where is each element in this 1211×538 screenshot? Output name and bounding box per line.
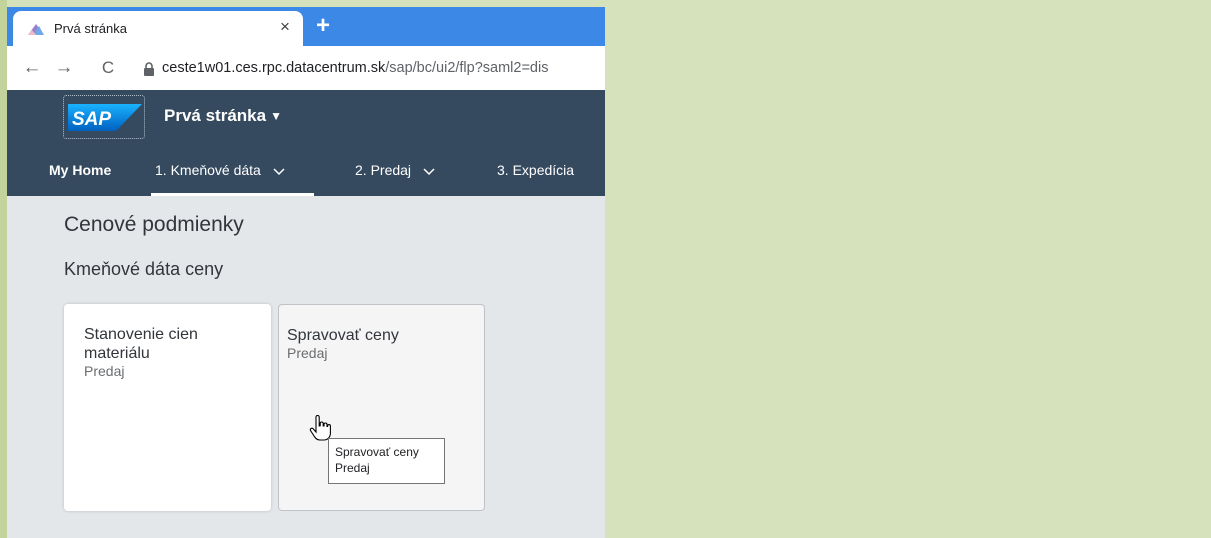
browser-toolbar: ← → C ceste1w01.ces.rpc.datacentrum.sk/s…: [7, 46, 605, 90]
lock-icon: [144, 62, 154, 76]
close-tab-icon[interactable]: ×: [275, 17, 295, 37]
menu-item-predaj[interactable]: 2. Predaj: [355, 162, 435, 178]
reload-button[interactable]: C: [97, 57, 119, 79]
tile-title: Spravovať ceny Predaj: [287, 326, 457, 362]
tile-subtitle: Predaj: [287, 345, 328, 361]
menu-item-expedicia[interactable]: 3. Expedícia: [497, 162, 574, 178]
tooltip-subtitle: Predaj: [335, 461, 370, 475]
tooltip-title: Spravovať ceny: [335, 445, 419, 459]
tile-subtitle: Predaj: [84, 363, 125, 379]
favicon-icon: [28, 24, 44, 35]
tile-stanovenie-cien[interactable]: Stanovenie cien materiálu Predaj: [64, 304, 271, 511]
address-bar[interactable]: ceste1w01.ces.rpc.datacentrum.sk/sap/bc/…: [162, 60, 548, 76]
tab-title: Prvá stránka: [54, 21, 127, 36]
menu-item-kmenove-data[interactable]: 1. Kmeňové dáta: [155, 162, 285, 178]
sap-shell-bar: SAP Prvá stránka ▼ My Home 1. Kmeňové dát…: [7, 90, 605, 196]
space-menu: My Home 1. Kmeňové dáta 2. Predaj 3. Exp…: [7, 147, 605, 196]
app-title: Prvá stránka: [164, 106, 267, 125]
browser-tab[interactable]: Prvá stránka ×: [13, 11, 303, 46]
sap-logo-icon: SAP: [68, 104, 142, 131]
tile-title-text: Stanovenie cien materiálu: [84, 326, 198, 362]
tile-title: Stanovenie cien materiálu Predaj: [84, 325, 254, 380]
sap-logo-text: SAP: [72, 109, 111, 130]
active-menu-underline: [151, 193, 314, 196]
section-title: Cenové podmienky: [64, 213, 244, 236]
chevron-down-icon: [423, 168, 435, 176]
tile-tooltip: Spravovať ceny Predaj: [328, 438, 445, 484]
caret-down-icon: ▼: [270, 109, 282, 123]
menu-item-my-home[interactable]: My Home: [49, 162, 111, 178]
sap-logo[interactable]: SAP: [63, 95, 145, 139]
back-button[interactable]: ←: [21, 57, 43, 79]
app-title-menu[interactable]: Prvá stránka ▼: [164, 106, 282, 126]
browser-window: Prvá stránka × + ← → C ceste1w01.ces.rpc…: [7, 7, 605, 538]
tile-title-text: Spravovať ceny: [287, 327, 399, 344]
left-background-strip: [0, 0, 7, 538]
tab-strip: Prvá stránka × +: [7, 7, 605, 46]
new-tab-button[interactable]: +: [312, 14, 334, 38]
forward-button[interactable]: →: [53, 57, 75, 79]
menu-item-label: 1. Kmeňové dáta: [155, 162, 261, 178]
chevron-down-icon: [273, 168, 285, 176]
url-path: /sap/bc/ui2/flp?saml2=dis: [385, 60, 549, 76]
url-host: ceste1w01.ces.rpc.datacentrum.sk: [162, 60, 386, 76]
menu-item-label: 2. Predaj: [355, 162, 412, 178]
group-title: Kmeňové dáta ceny: [64, 259, 224, 279]
